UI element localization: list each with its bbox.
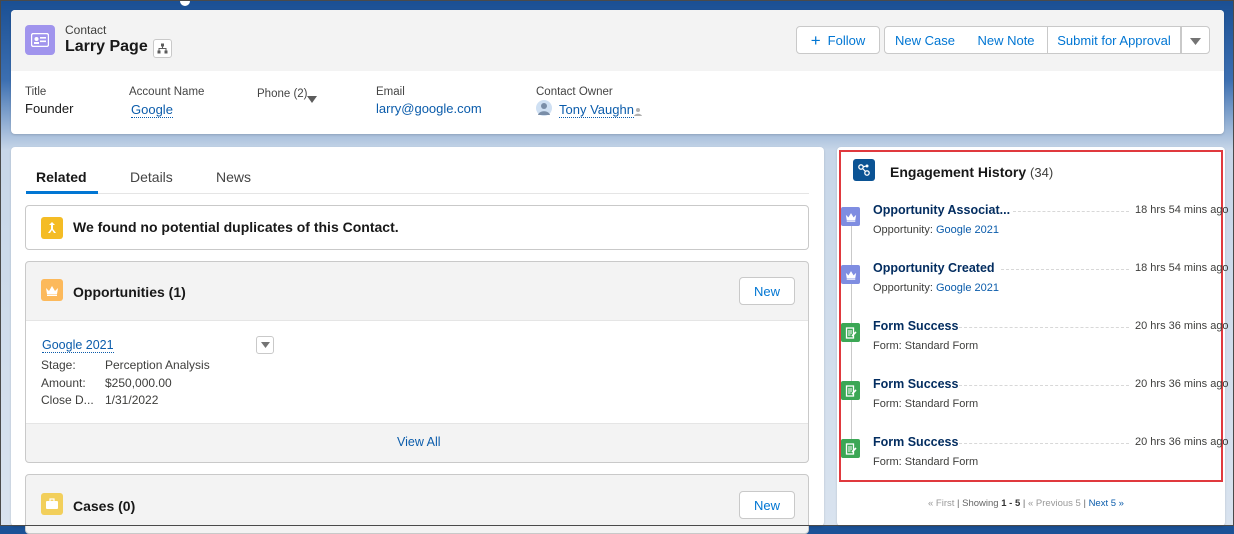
screenshot-frame [0, 0, 1234, 526]
